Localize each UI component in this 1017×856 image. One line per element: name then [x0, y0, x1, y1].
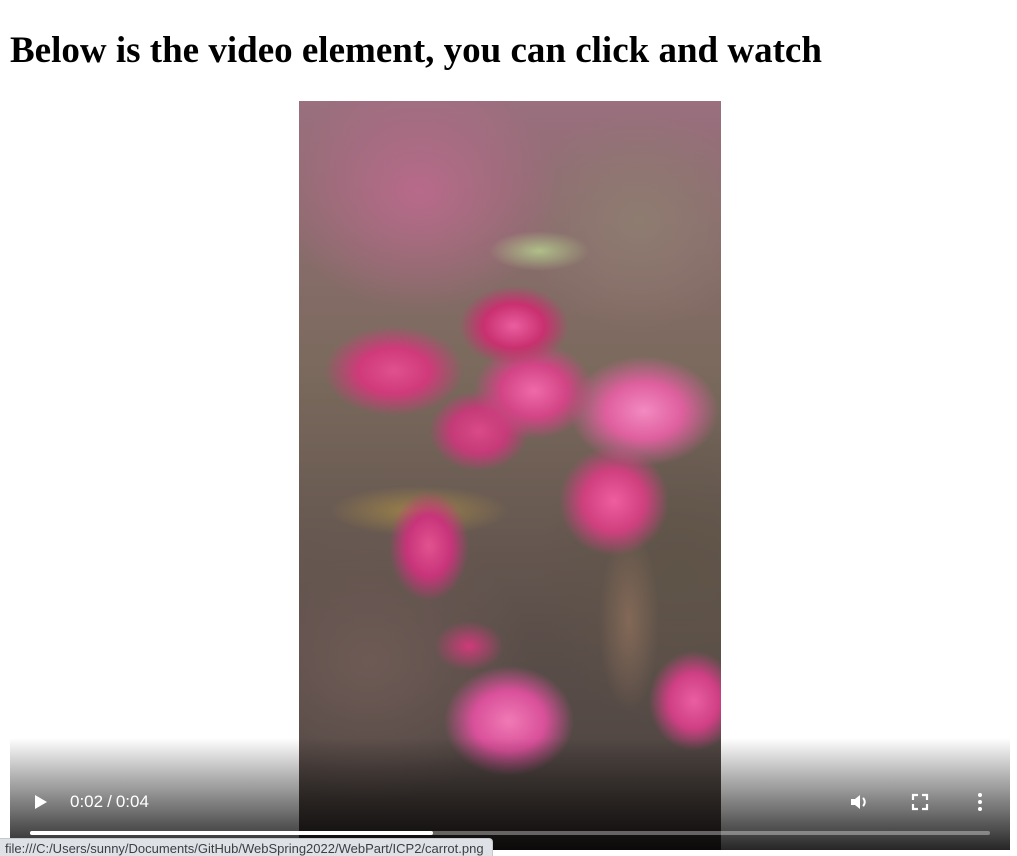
progress-played [30, 831, 434, 835]
progress-slider[interactable] [30, 831, 990, 835]
more-vert-icon [978, 793, 982, 811]
volume-icon [851, 795, 866, 809]
video-controls: 0:02/0:04 [10, 760, 1010, 850]
mute-button[interactable] [848, 790, 872, 814]
fullscreen-icon [911, 793, 929, 811]
page-heading: Below is the video element, you can clic… [10, 30, 822, 71]
play-icon [35, 795, 47, 809]
time-display: 0:02/0:04 [70, 790, 149, 814]
current-time: 0:02 [70, 792, 104, 811]
status-bar-url: file:///C:/Users/sunny/Documents/GitHub/… [0, 838, 493, 856]
more-options-button[interactable] [968, 790, 992, 814]
video-player[interactable]: 0:02/0:04 [10, 101, 1010, 850]
fullscreen-button[interactable] [908, 790, 932, 814]
duration: 0:04 [115, 792, 149, 811]
time-separator: / [107, 792, 112, 811]
play-button[interactable] [28, 790, 52, 814]
